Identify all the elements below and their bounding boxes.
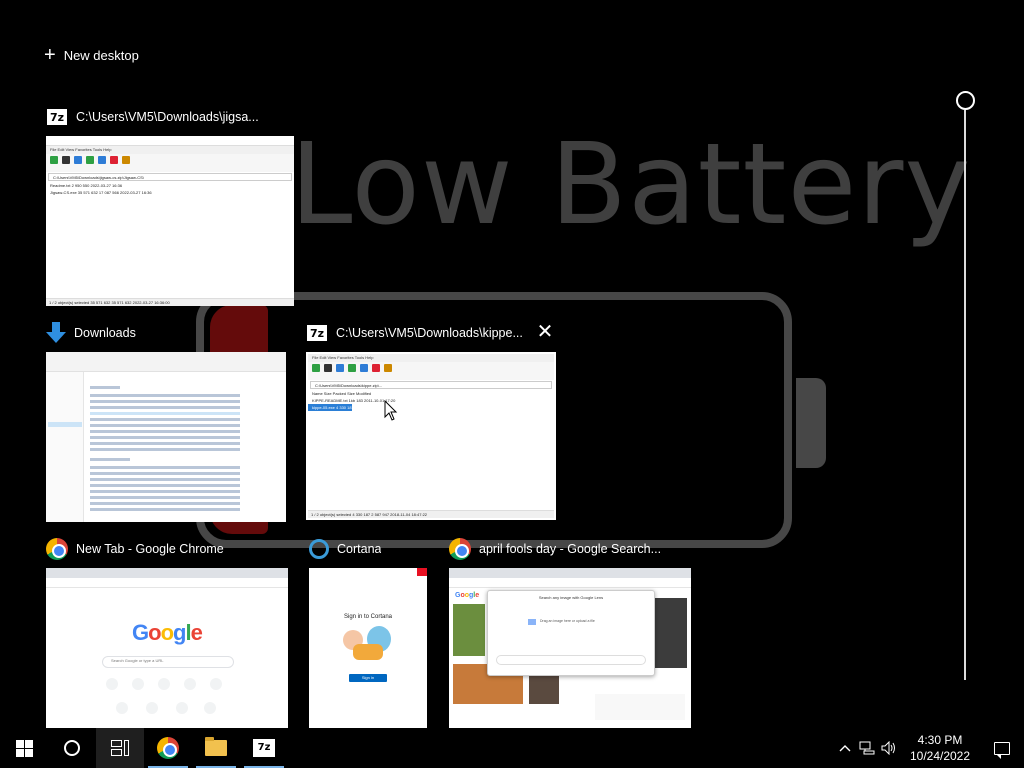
chrome-address-bar <box>449 578 691 588</box>
7z-icon: 7z <box>253 739 275 757</box>
wallpaper-low-battery-text: Low Battery <box>290 120 972 250</box>
column-headers: Name Size Packed Size Modified <box>312 391 372 396</box>
window-title: Cortana <box>337 542 382 556</box>
folder-icon <box>205 737 227 756</box>
action-center-button[interactable] <box>980 728 1024 768</box>
address-bar: C:\Users\VM5\Downloads\jigsaw-cs.zip\Jig… <box>48 173 292 181</box>
new-desktop-button[interactable]: + New desktop <box>44 44 139 66</box>
plus-icon: + <box>44 44 56 66</box>
task-window-downloads[interactable]: Downloads <box>46 322 286 522</box>
chrome-icon <box>46 538 68 560</box>
list-item: KIPPE-README.txt 1kb 183 2011-10-01 17:2… <box>312 398 396 403</box>
menu-bar: File Edit View Favorites Tools Help <box>308 354 554 362</box>
start-button[interactable] <box>0 728 48 768</box>
7zip-taskbar-button[interactable]: 7z <box>240 728 288 768</box>
toolbar <box>46 154 294 172</box>
new-desktop-label: New desktop <box>63 47 139 63</box>
chrome-icon <box>449 538 471 560</box>
clock[interactable]: 4:30 PM 10/24/2022 <box>900 732 980 764</box>
task-window-header: Downloads <box>46 322 286 344</box>
window-title: New Tab - Google Chrome <box>76 542 224 556</box>
search-button[interactable] <box>48 728 96 768</box>
window-thumbnail[interactable]: File Edit View Favorites Tools Help C:\U… <box>306 352 556 520</box>
chevron-up-icon[interactable] <box>834 728 856 768</box>
window-title: C:\Users\VM5\Downloads\kippe... <box>336 326 523 340</box>
explorer-ribbon <box>46 352 286 372</box>
window-thumbnail[interactable]: Google Search any image with Google Lens… <box>449 568 691 728</box>
battery-cap <box>796 378 826 468</box>
system-tray: 4:30 PM 10/24/2022 <box>834 728 1024 768</box>
window-title: C:\Users\VM5\Downloads\jigsa... <box>76 110 259 124</box>
clock-time: 4:30 PM <box>917 733 963 747</box>
list-item-selected: kippe-05.exe 4 330 187 2 587 691 2018-11… <box>308 404 405 411</box>
7z-icon: 7z <box>306 324 328 342</box>
download-icon <box>46 322 66 344</box>
volume-icon[interactable] <box>878 728 900 768</box>
navigation-pane <box>46 372 84 522</box>
task-window-header: New Tab - Google Chrome <box>46 538 288 560</box>
window-thumbnail[interactable]: File Edit View Favorites Tools Help C:\U… <box>46 136 294 306</box>
search-circle-icon <box>64 740 80 756</box>
cortana-icon <box>309 539 329 559</box>
window-title: Downloads <box>74 326 136 340</box>
timeline-slider-handle[interactable] <box>956 91 975 110</box>
windows-logo-icon <box>15 739 33 757</box>
chrome-tab-strip <box>46 568 288 578</box>
chrome-address-bar <box>46 578 288 588</box>
timeline-track[interactable] <box>964 110 966 680</box>
taskbar: 7z 4:30 PM 10/24/2022 <box>0 728 1024 768</box>
status-bar: 1 / 2 object(s) selected 4 330 187 2 587… <box>308 510 554 518</box>
notification-icon <box>994 741 1010 759</box>
task-window-header: 7z C:\Users\VM5\Downloads\jigsa... <box>46 106 294 128</box>
task-window-kippe[interactable]: 7z C:\Users\VM5\Downloads\kippe... ✕ Fil… <box>306 322 556 520</box>
task-window-header: april fools day - Google Search... <box>449 538 691 560</box>
window-title: april fools day - Google Search... <box>479 542 662 556</box>
task-view-icon <box>111 740 129 756</box>
google-logo: Google <box>455 592 480 599</box>
chrome-icon <box>157 737 179 759</box>
search-placeholder: Search Google or type a URL <box>111 658 164 663</box>
task-window-header: 7z C:\Users\VM5\Downloads\kippe... <box>306 322 526 344</box>
window-thumbnail[interactable]: Sign in to Cortana Sign in <box>309 568 427 728</box>
7z-icon: 7z <box>46 108 68 126</box>
cortana-heading: Sign in to Cortana <box>343 614 393 620</box>
close-window-icon[interactable]: ✕ <box>534 322 556 344</box>
menu-bar: File Edit View Favorites Tools Help <box>46 146 294 154</box>
google-logo: Google <box>132 620 203 645</box>
task-view-button[interactable] <box>96 728 144 768</box>
status-bar: 1 / 2 object(s) selected 35 571 632 35 5… <box>46 298 294 306</box>
task-window-april-fools[interactable]: april fools day - Google Search... Googl… <box>449 538 691 728</box>
list-item: Jigsaw-CS.exe 35 571 632 17 087 566 2022… <box>50 190 152 195</box>
toolbar <box>308 362 554 380</box>
chrome-tab-strip <box>449 568 691 578</box>
address-bar: C:\Users\VM5\Downloads\kippe.zip\... <box>310 381 552 389</box>
file-explorer-taskbar-button[interactable] <box>192 728 240 768</box>
dialog-hint: Drag an image here or upload a file <box>540 619 595 623</box>
task-window-new-tab[interactable]: New Tab - Google Chrome Google Search Go… <box>46 538 288 728</box>
mouse-cursor-icon <box>384 400 398 421</box>
task-window-jigsaw[interactable]: 7z C:\Users\VM5\Downloads\jigsa... File … <box>46 106 294 306</box>
window-thumbnail[interactable]: Google Search Google or type a URL <box>46 568 288 728</box>
sign-in-button: Sign in <box>349 674 387 682</box>
task-window-cortana[interactable]: Cortana Sign in to Cortana Sign in <box>309 538 427 728</box>
list-item: Readme.txt 2 950 550 2022-03-27 16:36 <box>50 183 123 188</box>
search-input[interactable]: Search Google or type a URL <box>102 656 234 668</box>
window-thumbnail[interactable] <box>46 352 286 522</box>
network-icon[interactable] <box>856 728 878 768</box>
clock-date: 10/24/2022 <box>909 749 971 763</box>
google-lens-dialog: Search any image with Google Lens Drag a… <box>487 590 655 676</box>
chrome-taskbar-button[interactable] <box>144 728 192 768</box>
task-window-header: Cortana <box>309 538 427 560</box>
dialog-title: Search any image with Google Lens <box>538 595 604 600</box>
